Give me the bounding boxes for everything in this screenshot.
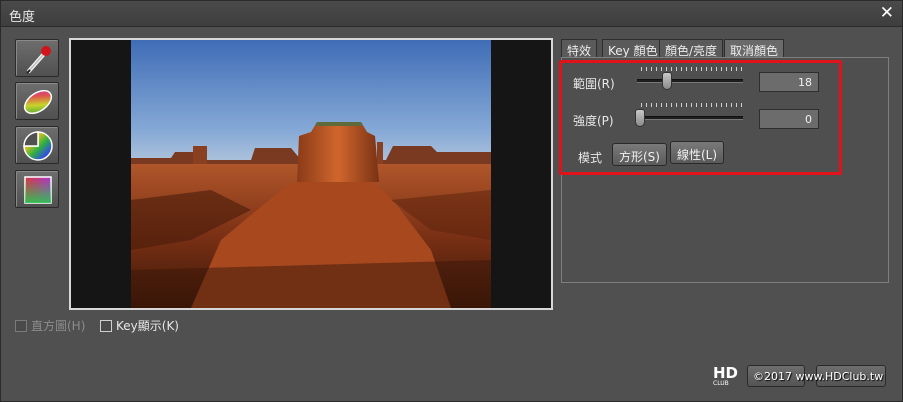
key-display-checkbox-box[interactable]	[100, 319, 112, 332]
desert-photo	[131, 40, 491, 308]
window-title: 色度	[9, 10, 36, 25]
color-wheel-icon	[23, 131, 53, 161]
histogram-checkbox[interactable]: 直方圖(H)	[15, 317, 85, 334]
svg-text:CLUB: CLUB	[713, 380, 729, 386]
tab-remove-color[interactable]: 取消顏色	[724, 39, 785, 58]
key-display-checkbox[interactable]: Key顯示(K)	[100, 317, 179, 334]
color-square-button[interactable]	[15, 170, 59, 208]
red-highlight-box	[559, 60, 842, 175]
title-bar: 色度 ✕	[1, 1, 902, 27]
tab-color-brightness[interactable]: 顏色/亮度	[659, 39, 724, 58]
tab-key-color[interactable]: Key 顏色	[602, 39, 664, 58]
color-square-icon	[24, 176, 52, 204]
histogram-checkbox-box[interactable]	[15, 319, 27, 332]
color-ellipse-icon	[23, 89, 53, 115]
eyedropper-button[interactable]	[15, 39, 59, 77]
chroma-dialog: 色度 ✕ 直方圖(H) Key顯示(K) 特效 Key 顏色 顏色/亮度 取消顏…	[0, 0, 903, 402]
color-wheel-button[interactable]	[15, 126, 59, 164]
close-icon[interactable]: ✕	[880, 3, 894, 23]
watermark-text: ©2017 www.HDClub.tw	[753, 370, 884, 383]
preview-area	[69, 38, 553, 310]
ellipse-select-button[interactable]	[15, 82, 59, 120]
eyedropper-icon	[26, 46, 51, 74]
key-display-label: Key顯示(K)	[116, 319, 179, 333]
tab-effects[interactable]: 特效	[561, 39, 598, 58]
histogram-label: 直方圖(H)	[31, 319, 86, 333]
hdclub-logo-icon: HD CLUB	[713, 364, 738, 386]
